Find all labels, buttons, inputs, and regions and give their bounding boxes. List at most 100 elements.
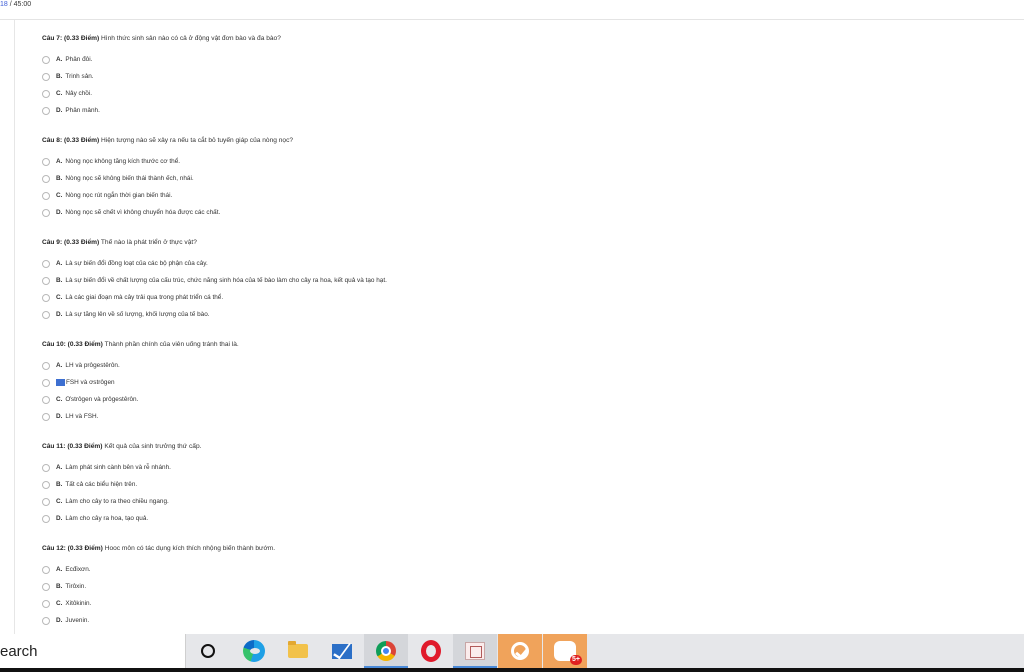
- option-a[interactable]: A. Phân đôi.: [42, 51, 942, 68]
- option-text: Xitôkinin.: [65, 600, 92, 607]
- radio-button[interactable]: [42, 582, 50, 591]
- taskbar-edge[interactable]: [232, 634, 276, 668]
- question-number: Câu 12:: [42, 545, 66, 552]
- taskbar-opera[interactable]: [409, 634, 453, 668]
- option-text: LH và FSH.: [65, 413, 99, 420]
- option-text: Tất cả các biểu hiện trên.: [65, 481, 138, 488]
- option-letter: A.: [56, 464, 63, 471]
- radio-button[interactable]: [42, 463, 50, 472]
- option-letter: B.: [56, 73, 63, 80]
- radio-button[interactable]: [42, 157, 50, 166]
- option-text: Làm phát sinh cành bên và rễ nhánh.: [65, 464, 171, 471]
- radio-button[interactable]: [42, 412, 50, 421]
- option-a[interactable]: A. Nòng nọc không tăng kích thước cơ thể.: [42, 153, 942, 170]
- option-letter: D.: [56, 515, 63, 522]
- radio-button[interactable]: [42, 191, 50, 200]
- option-letter: A.: [56, 56, 63, 63]
- radio-button[interactable]: [42, 106, 50, 115]
- taskbar-green-app[interactable]: [498, 634, 542, 668]
- taskbar-cortana[interactable]: [186, 634, 230, 668]
- taskbar-mail[interactable]: [320, 634, 364, 668]
- option-d[interactable]: D. Làm cho cây ra hoa, tạo quả.: [42, 510, 942, 527]
- question-title: Câu 8: (0.33 Điểm) Hiện tượng nào sẽ xảy…: [42, 137, 942, 153]
- radio-button[interactable]: [42, 514, 50, 523]
- radio-button[interactable]: [42, 174, 50, 183]
- question-number: Câu 8:: [42, 137, 63, 144]
- question-title: Câu 7: (0.33 Điểm) Hình thức sinh sản nà…: [42, 35, 942, 51]
- option-text: Juvenin.: [65, 617, 90, 624]
- radio-button[interactable]: [42, 72, 50, 81]
- option-a[interactable]: A. Làm phát sinh cành bên và rễ nhánh.: [42, 459, 942, 476]
- mail-icon: [332, 643, 352, 659]
- option-letter: B.: [56, 175, 63, 182]
- option-b[interactable]: B. Tất cả các biểu hiện trên.: [42, 476, 942, 493]
- radio-button[interactable]: [42, 395, 50, 404]
- option-text: FSH và ơstrôgen: [66, 379, 115, 386]
- option-a[interactable]: A. Ecđixơn.: [42, 561, 942, 578]
- question-points: (0.33 Điểm): [64, 239, 100, 246]
- radio-button[interactable]: [42, 599, 50, 608]
- radio-button[interactable]: [42, 259, 50, 268]
- option-text: Trinh sản.: [65, 73, 94, 80]
- question-text: Thế nào là phát triển ở thực vật?: [100, 239, 197, 246]
- radio-button[interactable]: [42, 616, 50, 625]
- option-b[interactable]: FSH và ơstrôgen: [42, 374, 942, 391]
- option-c[interactable]: C. Ơstrôgen và prôgestêrôn.: [42, 391, 942, 408]
- taskbar-chrome[interactable]: [364, 634, 408, 668]
- question-title: Câu 9: (0.33 Điểm) Thế nào là phát triển…: [42, 239, 942, 255]
- radio-button[interactable]: [42, 89, 50, 98]
- option-d[interactable]: D. Phân mảnh.: [42, 102, 942, 119]
- question-11: Câu 11: (0.33 Điểm) Kết quả của sinh trư…: [42, 443, 942, 545]
- option-text: Phân đôi.: [65, 56, 93, 63]
- taskbar-search[interactable]: earch: [0, 634, 186, 668]
- option-b[interactable]: B. Nòng nọc sẽ không biến thái thành ếch,…: [42, 170, 942, 187]
- option-c[interactable]: C. Làm cho cây to ra theo chiều ngang.: [42, 493, 942, 510]
- taskbar: earch 5+: [0, 634, 1024, 672]
- taskbar-file-explorer[interactable]: [276, 634, 320, 668]
- question-title: Câu 11: (0.33 Điểm) Kết quả của sinh trư…: [42, 443, 942, 459]
- option-letter: C.: [56, 600, 63, 607]
- circle-icon: [201, 644, 215, 658]
- option-b[interactable]: B. Trinh sản.: [42, 68, 942, 85]
- radio-button[interactable]: [42, 361, 50, 370]
- option-c[interactable]: C. Nảy chồi.: [42, 85, 942, 102]
- radio-button[interactable]: [42, 293, 50, 302]
- option-text: Nòng nọc không tăng kích thước cơ thể.: [65, 158, 181, 165]
- option-a[interactable]: A. LH và prôgestêrôn.: [42, 357, 942, 374]
- option-text: Tirôxin.: [65, 583, 87, 590]
- option-letter: A.: [56, 362, 63, 369]
- option-text: Nòng nọc sẽ không biến thái thành ếch, n…: [65, 175, 194, 182]
- radio-button[interactable]: [42, 497, 50, 506]
- option-c[interactable]: C. Xitôkinin.: [42, 595, 942, 612]
- option-letter: B.: [56, 277, 63, 284]
- radio-button[interactable]: [42, 310, 50, 319]
- question-points: (0.33 Điểm): [64, 137, 100, 144]
- option-letter: C.: [56, 90, 63, 97]
- question-text: Hooc môn có tác dụng kích thích nhộng bi…: [104, 545, 276, 552]
- radio-button[interactable]: [42, 276, 50, 285]
- option-b[interactable]: B. Tirôxin.: [42, 578, 942, 595]
- taskbar-app[interactable]: [453, 634, 497, 668]
- radio-button[interactable]: [42, 378, 50, 387]
- radio-button[interactable]: [42, 565, 50, 574]
- option-d[interactable]: D. Juvenin.: [42, 612, 942, 629]
- option-d[interactable]: D. Nòng nọc sẽ chết vì không chuyển hóa đ…: [42, 204, 942, 221]
- option-letter: D.: [56, 311, 63, 318]
- timer-total: / 45:00: [9, 1, 32, 8]
- text-selection-highlight: [56, 379, 65, 386]
- option-text: Là sự biến đổi đồng loạt của các bộ phận…: [65, 260, 208, 267]
- option-d[interactable]: D. Là sự tăng lên về số lượng, khối lượng…: [42, 306, 942, 323]
- option-b[interactable]: B. Là sự biến đổi về chất lượng của cấu t…: [42, 272, 942, 289]
- radio-button[interactable]: [42, 55, 50, 64]
- option-text: Nòng nọc sẽ chết vì không chuyển hóa đượ…: [65, 209, 221, 216]
- radio-button[interactable]: [42, 480, 50, 489]
- option-d[interactable]: D. LH và FSH.: [42, 408, 942, 425]
- taskbar-zalo[interactable]: 5+: [543, 634, 587, 668]
- question-number: Câu 10:: [42, 341, 66, 348]
- question-title: Câu 10: (0.33 Điểm) Thành phần chính của…: [42, 341, 942, 357]
- question-points: (0.33 Điểm): [67, 443, 103, 450]
- option-c[interactable]: C. Là các giai đoạn mà cây trải qua trong…: [42, 289, 942, 306]
- option-a[interactable]: A. Là sự biến đổi đồng loạt của các bộ ph…: [42, 255, 942, 272]
- radio-button[interactable]: [42, 208, 50, 217]
- option-c[interactable]: C. Nòng nọc rút ngắn thời gian biến thái.: [42, 187, 942, 204]
